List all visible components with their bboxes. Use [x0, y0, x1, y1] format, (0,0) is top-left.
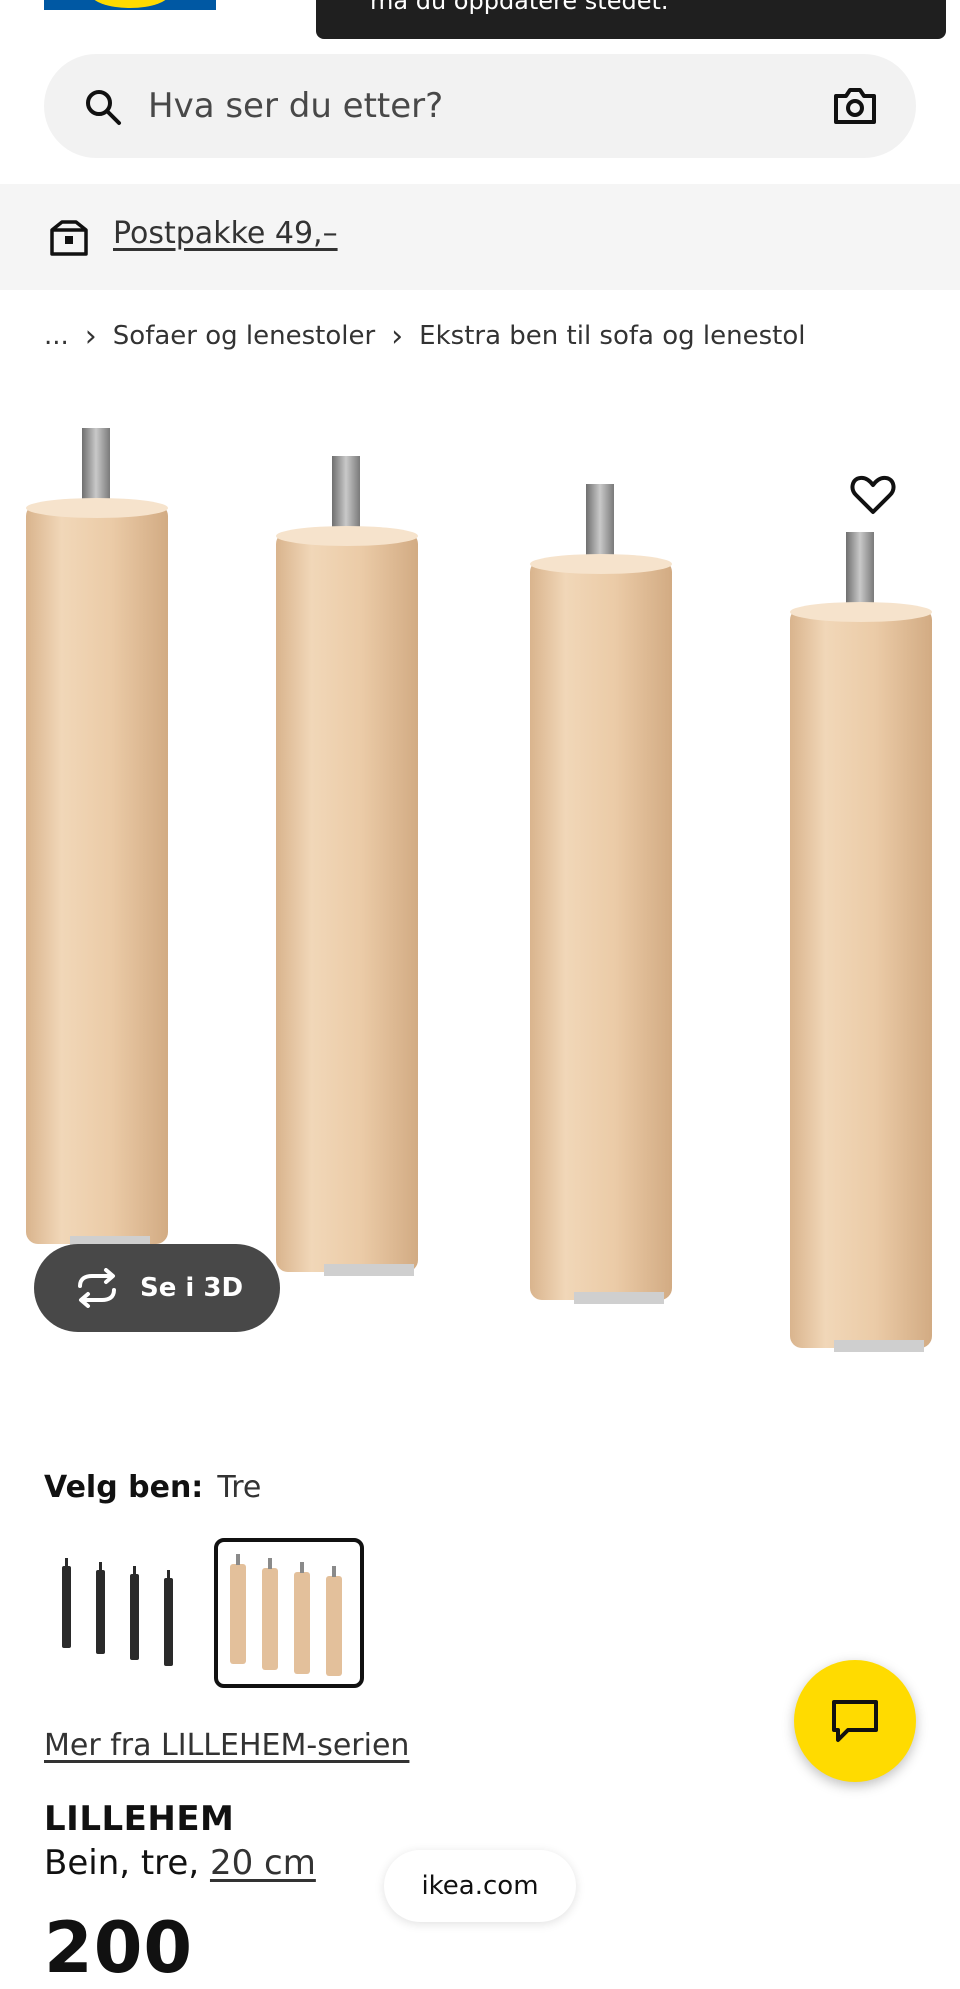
product-size-link[interactable]: 20 cm — [210, 1843, 316, 1883]
ikea-logo[interactable] — [44, 0, 216, 10]
store-box-icon — [50, 220, 88, 256]
product-photo — [26, 428, 932, 1352]
breadcrumb-item-sofas[interactable]: Sofaer og lenestoler — [113, 321, 375, 351]
breadcrumb: ... › Sofaer og lenestoler › Ekstra ben … — [44, 316, 805, 356]
search-input[interactable]: Hva ser du etter? — [148, 86, 443, 126]
wood-legs-thumbnail — [230, 1554, 342, 1676]
breadcrumb-ellipsis[interactable]: ... — [44, 321, 69, 351]
rotate-3d-icon — [78, 1268, 116, 1308]
browser-domain: ikea.com — [421, 1871, 539, 1901]
location-toast: må du oppdatere stedet. — [316, 0, 946, 39]
delivery-banner: Postpakke 49,– — [0, 184, 960, 290]
variant-value: Tre — [217, 1470, 262, 1505]
chevron-right-icon: › — [84, 318, 97, 354]
product-description: Bein, tre, 20 cm — [44, 1842, 316, 1884]
search-bar[interactable]: Hva ser du etter? — [44, 54, 916, 158]
variant-label: Velg ben: Tre — [44, 1468, 261, 1508]
leg-4 — [790, 532, 932, 1352]
product-image[interactable] — [0, 400, 960, 1380]
chat-icon — [832, 1700, 878, 1742]
variant-option-wood[interactable] — [214, 1538, 364, 1688]
search-icon — [86, 90, 121, 125]
leg-2 — [276, 456, 418, 1276]
toast-text: må du oppdatere stedet. — [370, 0, 669, 15]
series-link[interactable]: Mer fra LILLEHEM-serien — [44, 1726, 409, 1766]
variant-option-black[interactable] — [42, 1538, 192, 1688]
variant-label-title: Velg ben: — [44, 1470, 204, 1505]
product-price: 200 — [44, 1907, 194, 1989]
product-desc-text: Bein, tre, — [44, 1843, 200, 1883]
browser-address-pill[interactable]: ikea.com — [384, 1850, 576, 1922]
delivery-link[interactable]: Postpakke 49,– — [113, 214, 338, 254]
leg-3 — [530, 484, 672, 1304]
chevron-right-icon: › — [391, 318, 404, 354]
chat-button[interactable] — [794, 1660, 916, 1782]
view-3d-label: Se i 3D — [140, 1273, 244, 1303]
heart-icon[interactable] — [848, 470, 898, 520]
product-name: LILLEHEM — [44, 1799, 235, 1839]
breadcrumb-item-legs[interactable]: Ekstra ben til sofa og lenestol — [419, 321, 805, 351]
view-3d-button[interactable]: Se i 3D — [34, 1244, 280, 1332]
leg-1 — [26, 428, 168, 1248]
camera-icon[interactable] — [832, 84, 878, 128]
black-legs-thumbnail — [62, 1558, 173, 1666]
